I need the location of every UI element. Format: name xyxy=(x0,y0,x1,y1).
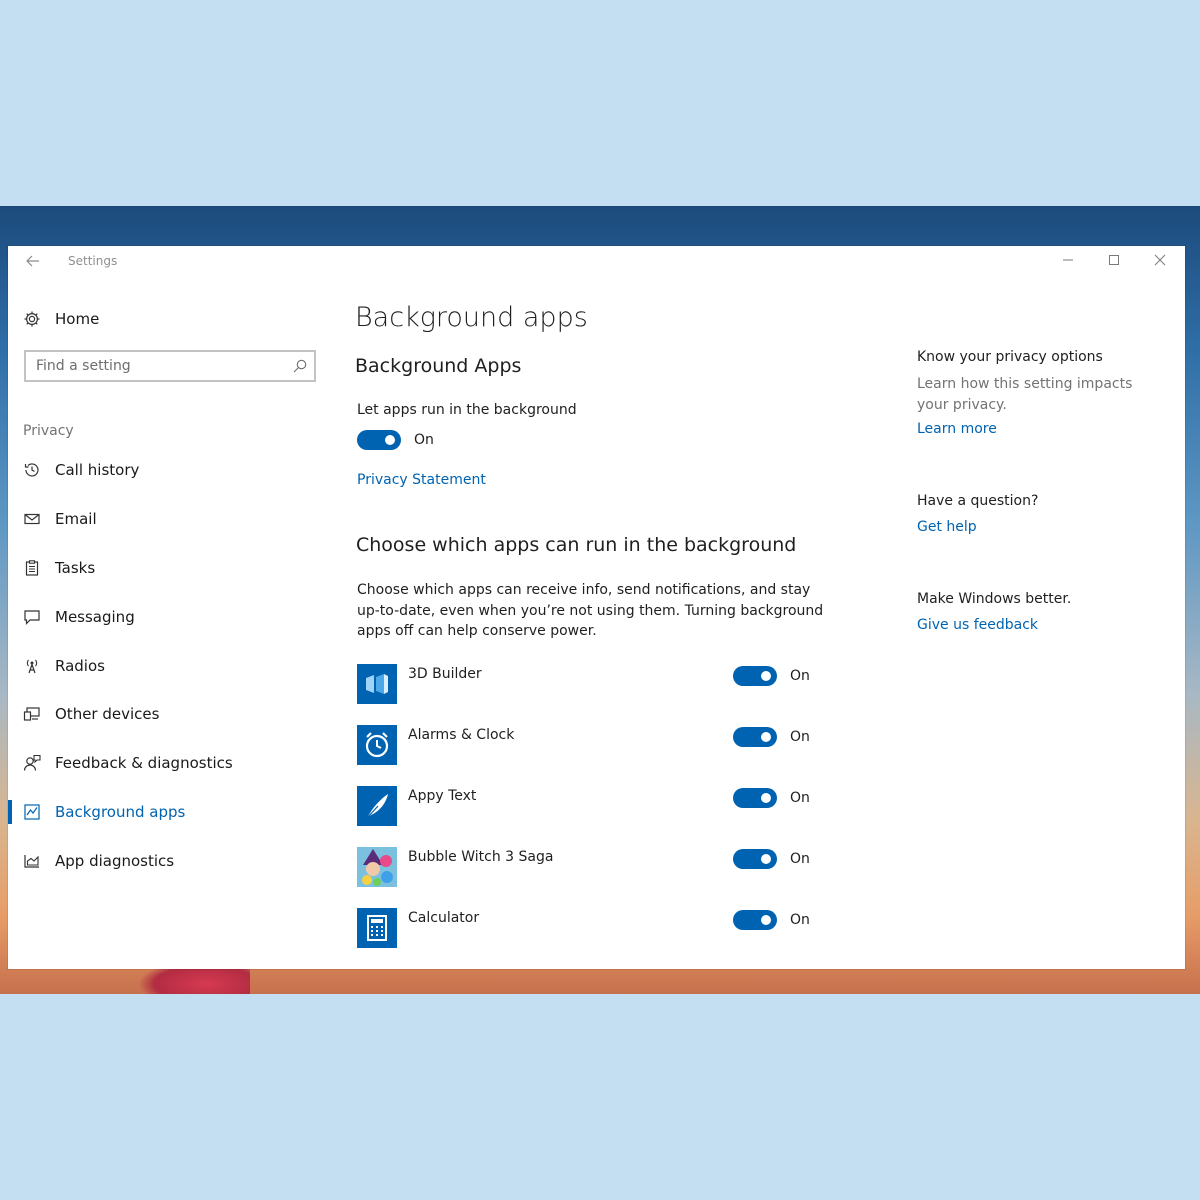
sidebar-item-label: Background apps xyxy=(55,802,186,821)
master-toggle-row: On xyxy=(357,430,434,450)
app-toggle-switch[interactable] xyxy=(733,849,777,869)
sidebar-item-label: App diagnostics xyxy=(55,851,175,870)
app-toggle-switch[interactable] xyxy=(733,666,777,686)
toggle-state: On xyxy=(414,432,434,448)
sidebar-item-feedback-diagnostics[interactable]: Feedback & diagnostics xyxy=(8,739,338,788)
toggle-state: On xyxy=(790,851,810,867)
sidebar-item-app-diagnostics[interactable]: App diagnostics xyxy=(8,836,338,885)
app-list: 3D Builder On Alarms & Clock On Appy Tex… xyxy=(357,664,827,969)
question-heading: Have a question? xyxy=(917,493,1039,509)
app-toggle-row: On xyxy=(733,788,810,808)
3d-builder-icon xyxy=(357,664,397,704)
devices-icon xyxy=(22,704,42,724)
clipboard-icon xyxy=(22,558,42,578)
feedback-heading: Make Windows better. xyxy=(917,591,1072,607)
app-name: Bubble Witch 3 Saga xyxy=(408,849,554,865)
sidebar-item-label: Other devices xyxy=(55,705,160,724)
search-box xyxy=(24,350,316,382)
app-toggle-row: On xyxy=(733,666,810,686)
search-icon[interactable] xyxy=(292,358,308,374)
app-toggle-row: On xyxy=(733,849,810,869)
feather-icon xyxy=(357,786,397,826)
sidebar-item-label: Tasks xyxy=(55,558,96,577)
learn-more-link[interactable]: Learn more xyxy=(917,421,1167,437)
minimize-button[interactable] xyxy=(1045,248,1091,276)
sidebar-item-background-apps[interactable]: Background apps xyxy=(8,788,338,837)
app-row-appy-text: Appy Text On xyxy=(357,786,827,847)
maximize-icon xyxy=(1109,255,1119,265)
history-icon xyxy=(22,460,42,480)
background-apps-icon xyxy=(22,802,42,822)
toggle-state: On xyxy=(790,729,810,745)
give-feedback-link[interactable]: Give us feedback xyxy=(917,617,1071,633)
back-button[interactable] xyxy=(22,251,44,273)
maximize-button[interactable] xyxy=(1091,248,1137,276)
choose-apps-heading: Choose which apps can run in the backgro… xyxy=(356,534,797,556)
app-name: 3D Builder xyxy=(408,666,482,682)
nav-list: Call history Email Tasks Messaging Radio… xyxy=(8,446,338,885)
app-toggle-switch[interactable] xyxy=(733,727,777,747)
toggle-state: On xyxy=(790,912,810,928)
antenna-icon xyxy=(22,656,42,676)
bubble-witch-icon xyxy=(357,847,397,887)
chat-icon xyxy=(22,607,42,627)
sidebar-item-label: Messaging xyxy=(55,607,135,626)
feedback-panel: Make Windows better. Give us feedback xyxy=(917,591,1071,633)
nav-home-label: Home xyxy=(55,310,100,328)
app-name: Alarms & Clock xyxy=(408,727,515,743)
app-toggle-row: On xyxy=(733,727,810,747)
sidebar-item-label: Call history xyxy=(55,461,140,480)
app-row-calculator: Calculator On xyxy=(357,908,827,969)
calculator-icon xyxy=(357,908,397,948)
sidebar-item-label: Radios xyxy=(55,656,105,675)
sidebar-item-label: Feedback & diagnostics xyxy=(55,754,233,773)
app-row-3d-builder: 3D Builder On xyxy=(357,664,827,725)
app-row-bubble-witch: Bubble Witch 3 Saga On xyxy=(357,847,827,908)
alarm-clock-icon xyxy=(357,725,397,765)
section-heading: Background Apps xyxy=(355,355,522,377)
back-arrow-icon xyxy=(26,255,39,267)
search-input[interactable] xyxy=(26,352,286,380)
toggle-state: On xyxy=(790,668,810,684)
settings-window: Settings Home Privacy Call history Email xyxy=(8,246,1185,969)
sidebar-item-label: Email xyxy=(55,510,97,529)
gear-icon xyxy=(22,309,42,329)
sidebar-item-tasks[interactable]: Tasks xyxy=(8,544,338,593)
help-panel: Have a question? Get help xyxy=(917,493,1038,535)
app-toggle-switch[interactable] xyxy=(733,910,777,930)
sidebar-item-messaging[interactable]: Messaging xyxy=(8,592,338,641)
sidebar-item-other-devices[interactable]: Other devices xyxy=(8,690,338,739)
app-name: Appy Text xyxy=(408,788,477,804)
app-name: Calculator xyxy=(408,910,480,926)
sidebar-item-radios[interactable]: Radios xyxy=(8,641,338,690)
master-setting-label: Let apps run in the background xyxy=(357,402,577,418)
master-toggle-switch[interactable] xyxy=(357,430,401,450)
close-icon xyxy=(1154,254,1166,266)
chart-icon xyxy=(22,851,42,871)
window-title: Settings xyxy=(68,254,118,268)
sidebar-item-call-history[interactable]: Call history xyxy=(8,446,338,495)
app-toggle-switch[interactable] xyxy=(733,788,777,808)
privacy-options-heading: Know your privacy options xyxy=(917,349,1103,365)
person-feedback-icon xyxy=(22,753,42,773)
minimize-icon xyxy=(1063,259,1073,261)
app-row-alarms-clock: Alarms & Clock On xyxy=(357,725,827,786)
wallpaper-detail xyxy=(140,968,250,994)
privacy-statement-link[interactable]: Privacy Statement xyxy=(357,472,486,488)
get-help-link[interactable]: Get help xyxy=(917,519,1038,535)
privacy-options-text: Learn how this setting impacts your priv… xyxy=(917,376,1133,413)
mail-icon xyxy=(22,509,42,529)
title-bar: Settings xyxy=(8,246,1185,278)
privacy-info-panel: Know your privacy options Learn how this… xyxy=(917,349,1167,437)
close-button[interactable] xyxy=(1137,248,1183,276)
nav-home[interactable]: Home xyxy=(22,306,99,332)
sidebar-item-email[interactable]: Email xyxy=(8,495,338,544)
app-toggle-row: On xyxy=(733,910,810,930)
toggle-state: On xyxy=(790,790,810,806)
choose-apps-description: Choose which apps can receive info, send… xyxy=(357,582,824,639)
nav-section-privacy: Privacy xyxy=(23,423,74,439)
page-title: Background apps xyxy=(355,302,588,333)
